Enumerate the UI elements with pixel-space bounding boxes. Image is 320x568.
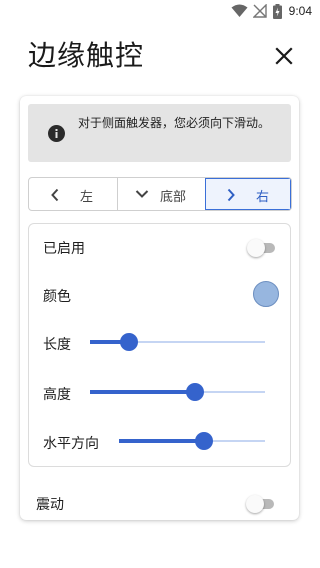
enabled-toggle[interactable]	[247, 239, 277, 257]
settings-panel: 已启用 颜色 长度 高度 水平方向	[28, 223, 291, 467]
position-selector: 左 底部 右	[28, 177, 292, 211]
notice-banner: 对于侧面触发器，您必须向下滑动。	[28, 104, 291, 162]
horizontal-slider[interactable]	[119, 431, 265, 451]
tab-left[interactable]: 左	[29, 178, 117, 210]
height-slider[interactable]	[90, 382, 265, 402]
color-label: 颜色	[43, 289, 71, 305]
no-signal-icon	[253, 4, 267, 18]
page-title: 边缘触控	[28, 39, 145, 72]
notice-text: 对于侧面触发器，您必须向下滑动。	[78, 116, 271, 130]
close-icon[interactable]	[272, 44, 296, 68]
settings-card: 对于侧面触发器，您必须向下滑动。 左 底部 右 已启用 颜色 长度 高度 水平方…	[20, 96, 299, 520]
wifi-icon	[231, 4, 248, 17]
battery-charging-icon	[273, 4, 282, 19]
length-label: 长度	[43, 337, 71, 353]
height-label: 高度	[43, 387, 71, 403]
chevron-left-icon	[51, 188, 59, 202]
length-slider[interactable]	[90, 332, 265, 352]
status-time: 9:04	[288, 4, 312, 18]
height-slider-thumb[interactable]	[186, 383, 204, 401]
horizontal-label: 水平方向	[43, 436, 99, 452]
tab-right-label: 右	[256, 190, 270, 205]
enabled-label: 已启用	[43, 241, 85, 257]
tab-bottom-label: 底部	[160, 190, 187, 205]
horizontal-slider-thumb[interactable]	[194, 432, 213, 450]
chevron-down-icon	[135, 190, 149, 198]
status-bar: 9:04	[0, 0, 320, 24]
info-icon	[48, 125, 65, 142]
tab-left-label: 左	[80, 190, 94, 205]
length-slider-thumb[interactable]	[119, 333, 138, 351]
vibration-label: 震动	[36, 497, 64, 513]
chevron-right-icon	[227, 188, 235, 202]
color-swatch[interactable]	[253, 281, 279, 307]
vibration-toggle[interactable]	[246, 495, 276, 513]
tab-right[interactable]: 右	[205, 178, 291, 210]
tab-bottom[interactable]: 底部	[117, 178, 205, 210]
